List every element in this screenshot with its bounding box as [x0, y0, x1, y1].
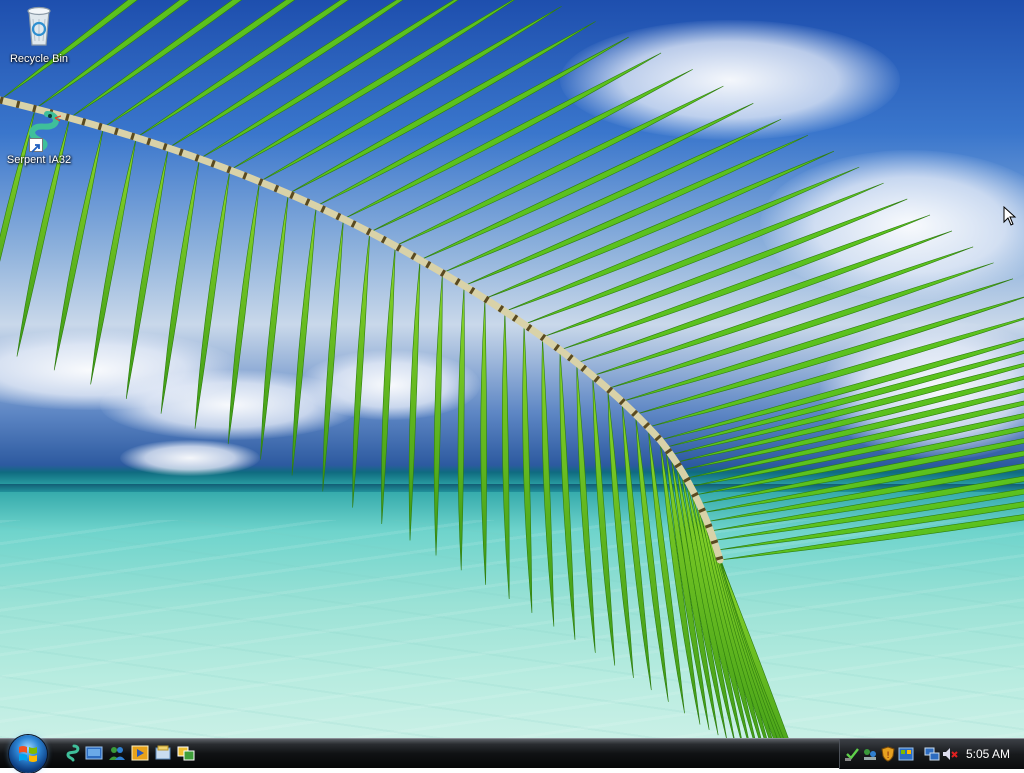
- palm-leaflet: [291, 206, 317, 476]
- desktop-wallpaper[interactable]: Recycle Bin Serpent IA32: [0, 0, 1024, 738]
- volume-muted-icon[interactable]: [942, 746, 958, 762]
- explorer-icon[interactable]: [154, 744, 172, 762]
- recycle-bin-shortcut[interactable]: Recycle Bin: [1, 3, 77, 65]
- mouse-cursor-icon: [1003, 206, 1017, 226]
- windows-defender-icon[interactable]: [898, 746, 914, 762]
- palm-leaflet: [480, 298, 487, 585]
- windows-logo-icon: [19, 746, 37, 762]
- show-desktop-icon[interactable]: [85, 744, 103, 762]
- network-status-icon[interactable]: [924, 746, 940, 762]
- palm-leaflet: [125, 147, 169, 399]
- network-icon[interactable]: [862, 746, 878, 762]
- switch-windows-icon[interactable]: [177, 744, 195, 762]
- media-player-icon[interactable]: [131, 744, 149, 762]
- palm-leaflet: [457, 285, 465, 571]
- palm-leaflet: [502, 311, 510, 600]
- palm-leaflet: [541, 337, 555, 627]
- shield-icon[interactable]: !: [880, 746, 896, 762]
- palm-frond-image: [0, 0, 1024, 738]
- palm-leaflet: [522, 324, 533, 613]
- serpent-ia32-shortcut[interactable]: Serpent IA32: [1, 108, 77, 166]
- start-button[interactable]: [9, 735, 47, 773]
- palm-leaflet: [194, 169, 231, 429]
- security-icon[interactable]: [844, 746, 860, 762]
- palm-leaflet: [559, 349, 576, 640]
- shortcut-arrow-icon: [29, 138, 43, 153]
- serpent-quicklaunch-icon[interactable]: [62, 744, 80, 762]
- palm-leaflet: [322, 218, 344, 492]
- network-users-icon[interactable]: [108, 744, 126, 762]
- desktop-icon-label: Serpent IA32: [6, 154, 72, 166]
- palm-leaflet: [227, 181, 260, 445]
- palm-leaflet: [408, 259, 421, 541]
- recycle-bin-icon: [27, 6, 51, 46]
- svg-text:!: !: [886, 751, 890, 761]
- desktop-icon-label: Recycle Bin: [9, 53, 69, 65]
- palm-leaflet: [260, 193, 289, 460]
- clock[interactable]: 5:05 AM: [966, 747, 1010, 761]
- palm-leaflet: [592, 375, 616, 666]
- palm-leaflet: [381, 245, 396, 524]
- palm-leaflet: [576, 362, 596, 653]
- palm-leaflet: [352, 232, 371, 508]
- system-tray: ! 5:05 AM: [839, 739, 1024, 769]
- palm-leaflet: [433, 272, 443, 556]
- taskbar: ! 5:05 AM: [0, 735, 1024, 773]
- palm-leaflet: [90, 137, 137, 385]
- palm-leaflet: [160, 158, 200, 414]
